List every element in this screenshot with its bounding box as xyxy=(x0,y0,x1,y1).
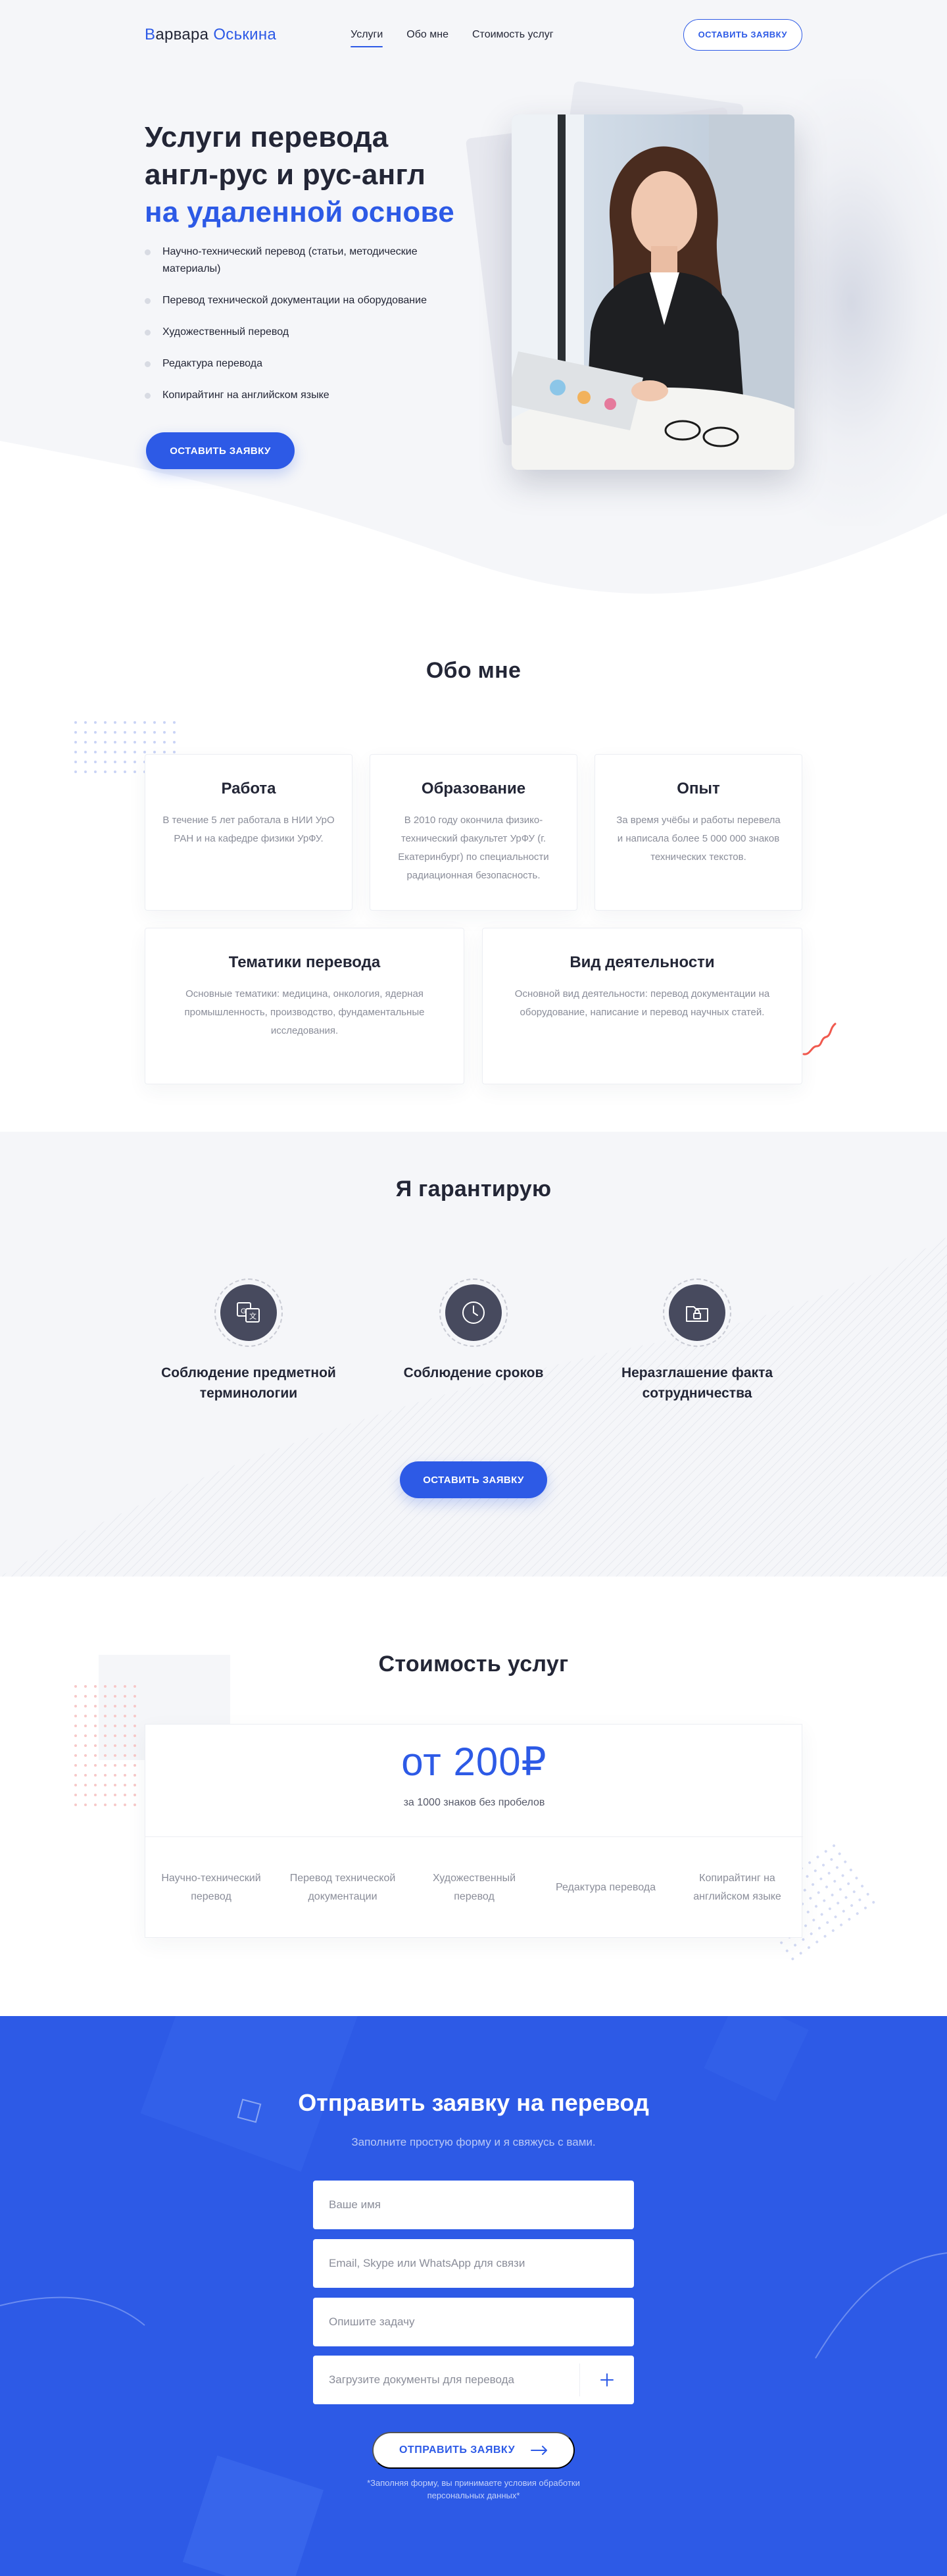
translator-photo xyxy=(512,114,794,470)
lock-folder-icon xyxy=(669,1284,725,1341)
guarantee-item-deadlines: Соблюдение сроков xyxy=(368,1278,579,1383)
list-item: Копирайтинг на английском языке xyxy=(145,387,474,404)
services-list: Научно-технический перевод (статьи, мето… xyxy=(145,243,474,418)
squiggle-decor xyxy=(802,1023,837,1055)
list-item: Художественный перевод xyxy=(145,324,474,341)
name-field[interactable] xyxy=(313,2181,634,2229)
nav-item-about[interactable]: Обо мне xyxy=(406,25,449,45)
card-title: Тематики перевода xyxy=(228,953,381,971)
about-card-experience: Опыт За время учёбы и работы перевела и … xyxy=(595,754,802,911)
site-header: Варвара Оськина Услуги Обо мне Стоимость… xyxy=(0,0,947,69)
dots-decor xyxy=(74,1685,136,1806)
list-item: Художественный перевод xyxy=(432,1872,516,1902)
arrow-right-icon xyxy=(531,2446,548,2455)
list-item: Перевод технической документации на обор… xyxy=(145,292,474,309)
submit-label: ОТПРАВИТЬ ЗАЯВКУ xyxy=(399,2444,516,2456)
clock-icon xyxy=(445,1284,502,1341)
card-text: В течение 5 лет работала в НИИ УрО РАН и… xyxy=(162,815,335,844)
plus-icon xyxy=(600,2373,614,2387)
logo-first-name: арвара xyxy=(155,25,209,43)
list-item: Копирайтинг на английском языке xyxy=(693,1872,781,1902)
svg-text:G: G xyxy=(241,1307,247,1315)
nav-item-services[interactable]: Услуги xyxy=(351,25,383,47)
logo-initial: В xyxy=(145,25,156,43)
submit-request-button[interactable]: ОТПРАВИТЬ ЗАЯВКУ xyxy=(372,2432,575,2469)
nav-item-pricing[interactable]: Стоимость услуг xyxy=(472,25,554,45)
list-item: Научно-технический перевод (статьи, мето… xyxy=(145,243,474,278)
card-title: Опыт xyxy=(677,780,720,797)
about-card-education: Образование В 2010 году окончила физико-… xyxy=(370,754,577,911)
hero-title-line-3: на удаленной основе xyxy=(145,196,455,228)
hero-request-button[interactable]: ОСТАВИТЬ ЗАЯВКУ xyxy=(146,432,295,469)
card-text: За время учёбы и работы перевела и напис… xyxy=(616,815,781,863)
about-card-work: Работа В течение 5 лет работала в НИИ Ур… xyxy=(145,754,352,911)
guarantee-icon-ring: G 文 xyxy=(214,1278,283,1347)
guarantee-request-button[interactable]: ОСТАВИТЬ ЗАЯВКУ xyxy=(400,1461,547,1498)
about-card-topics: Тематики перевода Основные тематики: мед… xyxy=(145,928,464,1084)
list-item: Редактура перевода xyxy=(556,1881,656,1893)
price-card: от 200₽ за 1000 знаков без пробелов Науч… xyxy=(145,1724,803,1938)
guarantee-label: Соблюдение сроков xyxy=(403,1365,544,1380)
svg-text:文: 文 xyxy=(249,1311,256,1321)
list-item: Редактура перевода xyxy=(145,355,474,372)
upload-field[interactable]: Загрузите документы для перевода xyxy=(313,2356,634,2404)
about-card-activity: Вид деятельности Основной вид деятельнос… xyxy=(482,928,802,1084)
translate-icon: G 文 xyxy=(220,1284,277,1341)
guarantee-title: Я гарантирую xyxy=(395,1176,552,1201)
card-text: Основные тематики: медицина, онкология, … xyxy=(184,988,425,1036)
list-item: Перевод технической документации xyxy=(289,1872,396,1902)
contact-field[interactable] xyxy=(313,2239,634,2288)
guarantee-icon-ring xyxy=(439,1278,508,1347)
card-text: Основной вид деятельности: перевод докум… xyxy=(514,988,770,1018)
price-services-list: Научно-технический перевод Перевод техни… xyxy=(145,1836,803,1938)
hero-title-line-2: англ-рус и рус-англ xyxy=(145,159,426,191)
list-item: Научно-технический перевод xyxy=(161,1872,261,1902)
guarantee-item-terminology: G 文 Соблюдение предметной терминологии xyxy=(143,1278,354,1403)
card-title: Образование xyxy=(421,780,526,797)
price-value: от 200₽ xyxy=(401,1740,547,1784)
guarantee-label: Соблюдение предметной терминологии xyxy=(161,1365,336,1401)
pricing-title: Стоимость услуг xyxy=(378,1652,569,1677)
logo[interactable]: Варвара Оськина xyxy=(145,26,276,44)
card-title: Вид деятельности xyxy=(570,953,715,971)
price-unit: за 1000 знаков без пробелов xyxy=(403,1797,545,1808)
upload-label: Загрузите документы для перевода xyxy=(329,2373,514,2386)
about-title: Обо мне xyxy=(425,658,522,683)
header-request-button[interactable]: ОСТАВИТЬ ЗАЯВКУ xyxy=(683,18,802,51)
main-nav: Услуги Обо мне Стоимость услуг xyxy=(351,25,554,47)
card-title: Работа xyxy=(221,780,276,797)
guarantee-item-nda: Неразглашение факта сотрудничества xyxy=(592,1278,802,1403)
guarantee-label: Неразглашение факта сотрудничества xyxy=(621,1365,773,1401)
hero-title-line-1: Услуги перевода xyxy=(145,121,389,153)
add-file-button[interactable] xyxy=(580,2356,634,2404)
task-field[interactable] xyxy=(313,2298,634,2346)
card-text: В 2010 году окончила физико-технический … xyxy=(398,815,549,881)
landing-page: Варвара Оськина Услуги Обо мне Стоимость… xyxy=(0,0,947,2576)
form-subtitle: Заполните простую форму и я свяжусь с ва… xyxy=(351,2136,596,2148)
privacy-disclaimer: *Заполняя форму, вы принимаете условия о… xyxy=(367,2478,580,2500)
guarantee-icon-ring xyxy=(663,1278,731,1347)
hero-title: Услуги перевода англ-рус и рус-англ на у… xyxy=(145,118,513,231)
logo-last-name: Оськина xyxy=(213,25,277,43)
form-title: Отправить заявку на перевод xyxy=(298,2089,649,2116)
